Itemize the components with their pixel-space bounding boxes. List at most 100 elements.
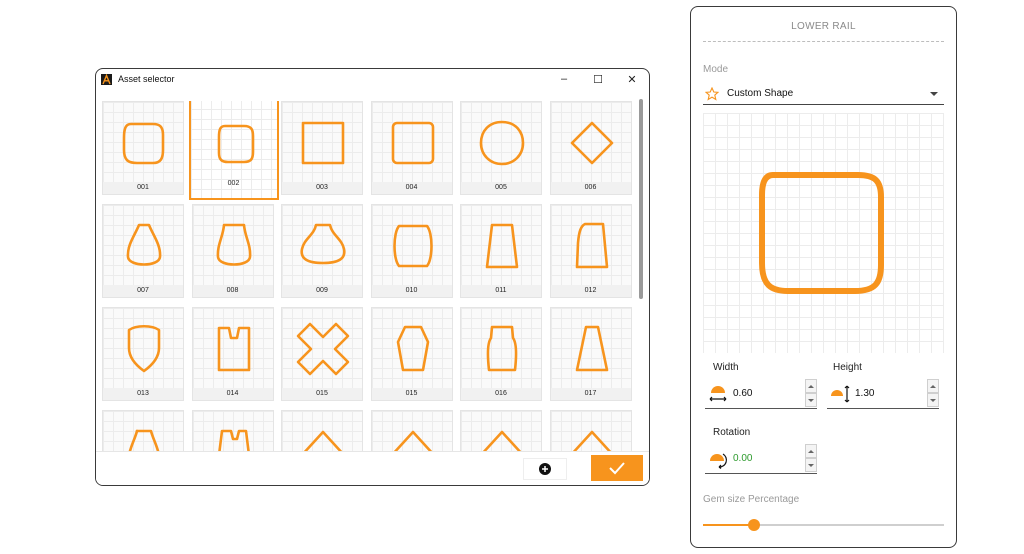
- mode-dropdown[interactable]: Custom Shape: [703, 83, 944, 105]
- asset-tile[interactable]: 011: [460, 204, 542, 298]
- slider-fill: [703, 524, 754, 526]
- asset-shape-icon: [570, 430, 613, 453]
- gem-size-slider[interactable]: [703, 519, 944, 531]
- asset-shape-icon: [301, 121, 345, 165]
- mode-label: Mode: [703, 64, 729, 75]
- close-button[interactable]: ✕: [615, 69, 649, 89]
- asset-shape-icon: [575, 222, 608, 269]
- width-decrement-button[interactable]: [805, 393, 817, 407]
- panel-title: LOWER RAIL: [791, 21, 856, 32]
- asset-tile[interactable]: 005: [460, 101, 542, 195]
- rotation-label: Rotation: [713, 427, 751, 438]
- asset-tile[interactable]: 008: [191, 204, 274, 298]
- asset-tile[interactable]: [191, 410, 274, 453]
- window-footer: [96, 451, 649, 485]
- asset-label: 008: [192, 285, 273, 297]
- asset-label: 007: [103, 285, 183, 297]
- asset-label: 015: [371, 388, 452, 400]
- plus-circle-icon: [539, 463, 551, 475]
- slider-thumb[interactable]: [747, 519, 760, 531]
- asset-shape-icon: [126, 223, 162, 266]
- asset-tile[interactable]: [549, 410, 632, 453]
- scrollbar-thumb[interactable]: [639, 99, 643, 299]
- asset-label: 015: [282, 388, 362, 400]
- asset-tile[interactable]: 015: [281, 307, 363, 401]
- asset-label: 009: [282, 285, 362, 297]
- asset-shape-icon: [570, 121, 613, 165]
- check-icon: [609, 462, 625, 475]
- confirm-button[interactable]: [591, 455, 643, 481]
- asset-tile[interactable]: 017: [549, 307, 632, 401]
- asset-tile[interactable]: 013: [102, 307, 184, 401]
- window-title: Asset selector: [118, 74, 175, 84]
- height-gem-icon: [831, 385, 850, 402]
- mode-value: Custom Shape: [727, 88, 794, 99]
- maximize-icon: ☐: [593, 73, 603, 86]
- asset-tile[interactable]: 015: [370, 307, 453, 401]
- asset-tile[interactable]: [460, 410, 542, 453]
- asset-shape-icon: [396, 325, 429, 372]
- asset-label: 004: [371, 182, 452, 194]
- asset-tile[interactable]: 006: [549, 101, 632, 195]
- asset-shape-icon: [391, 121, 434, 165]
- asset-shape-icon: [127, 324, 161, 373]
- asset-shape-icon: [296, 322, 350, 376]
- asset-shape-icon: [391, 430, 434, 453]
- height-field: [827, 379, 939, 409]
- asset-tile[interactable]: 007: [102, 204, 184, 298]
- asset-label: 012: [550, 285, 631, 297]
- asset-shape-icon: [481, 430, 523, 453]
- rotation-gem-icon: [710, 452, 727, 469]
- app-logo-icon: [101, 73, 112, 85]
- asset-tile[interactable]: 014: [191, 307, 274, 401]
- asset-tile[interactable]: 009: [281, 204, 363, 298]
- close-icon: ✕: [627, 73, 637, 86]
- rotation-increment-button[interactable]: [805, 444, 817, 458]
- asset-tile[interactable]: [370, 410, 453, 453]
- width-input[interactable]: [733, 388, 793, 399]
- height-decrement-button[interactable]: [927, 393, 939, 407]
- rotation-decrement-button[interactable]: [805, 458, 817, 472]
- asset-shape-icon: [392, 224, 433, 268]
- shape-preview: [703, 113, 944, 353]
- asset-shape-icon: [217, 429, 250, 453]
- asset-shape-icon: [479, 120, 525, 166]
- asset-tile[interactable]: 012: [549, 204, 632, 298]
- asset-selector-window: Asset selector – ☐ ✕ 001 002 003 004 005 006 0…: [95, 68, 650, 486]
- width-label: Width: [713, 362, 739, 373]
- asset-shape-icon: [302, 430, 344, 453]
- asset-label: 013: [103, 388, 183, 400]
- height-input[interactable]: [855, 388, 915, 399]
- width-gem-icon: [709, 385, 727, 401]
- asset-tile[interactable]: [102, 410, 184, 453]
- asset-label: 001: [103, 182, 183, 194]
- asset-tile[interactable]: 016: [460, 307, 542, 401]
- asset-tile[interactable]: 001: [102, 101, 184, 195]
- preview-shape: [759, 172, 884, 294]
- asset-shape-icon: [485, 223, 519, 269]
- height-label: Height: [833, 362, 862, 373]
- asset-shape-icon: [217, 124, 254, 164]
- maximize-button[interactable]: ☐: [581, 69, 615, 89]
- rotation-field: [705, 444, 817, 474]
- asset-tile[interactable]: 010: [370, 204, 453, 298]
- minimize-button[interactable]: –: [547, 69, 581, 89]
- width-increment-button[interactable]: [805, 379, 817, 393]
- asset-grid: 001 002 003 004 005 006 007 008 009 010 011 012 013 0…: [102, 101, 632, 453]
- asset-tile[interactable]: 002: [188, 101, 279, 200]
- asset-tile[interactable]: 004: [370, 101, 453, 195]
- add-asset-button[interactable]: [523, 458, 567, 480]
- asset-label: 005: [461, 182, 541, 194]
- rotation-input[interactable]: [733, 453, 793, 464]
- asset-shape-icon: [300, 223, 346, 265]
- asset-tile[interactable]: 003: [281, 101, 363, 195]
- asset-label: 010: [371, 285, 452, 297]
- asset-label: 016: [461, 388, 541, 400]
- width-field: [705, 379, 817, 409]
- asset-label: 006: [550, 182, 631, 194]
- asset-label: 017: [550, 388, 631, 400]
- asset-shape-icon: [216, 223, 251, 266]
- asset-tile[interactable]: [281, 410, 363, 453]
- height-increment-button[interactable]: [927, 379, 939, 393]
- title-bar[interactable]: Asset selector – ☐ ✕: [96, 69, 649, 89]
